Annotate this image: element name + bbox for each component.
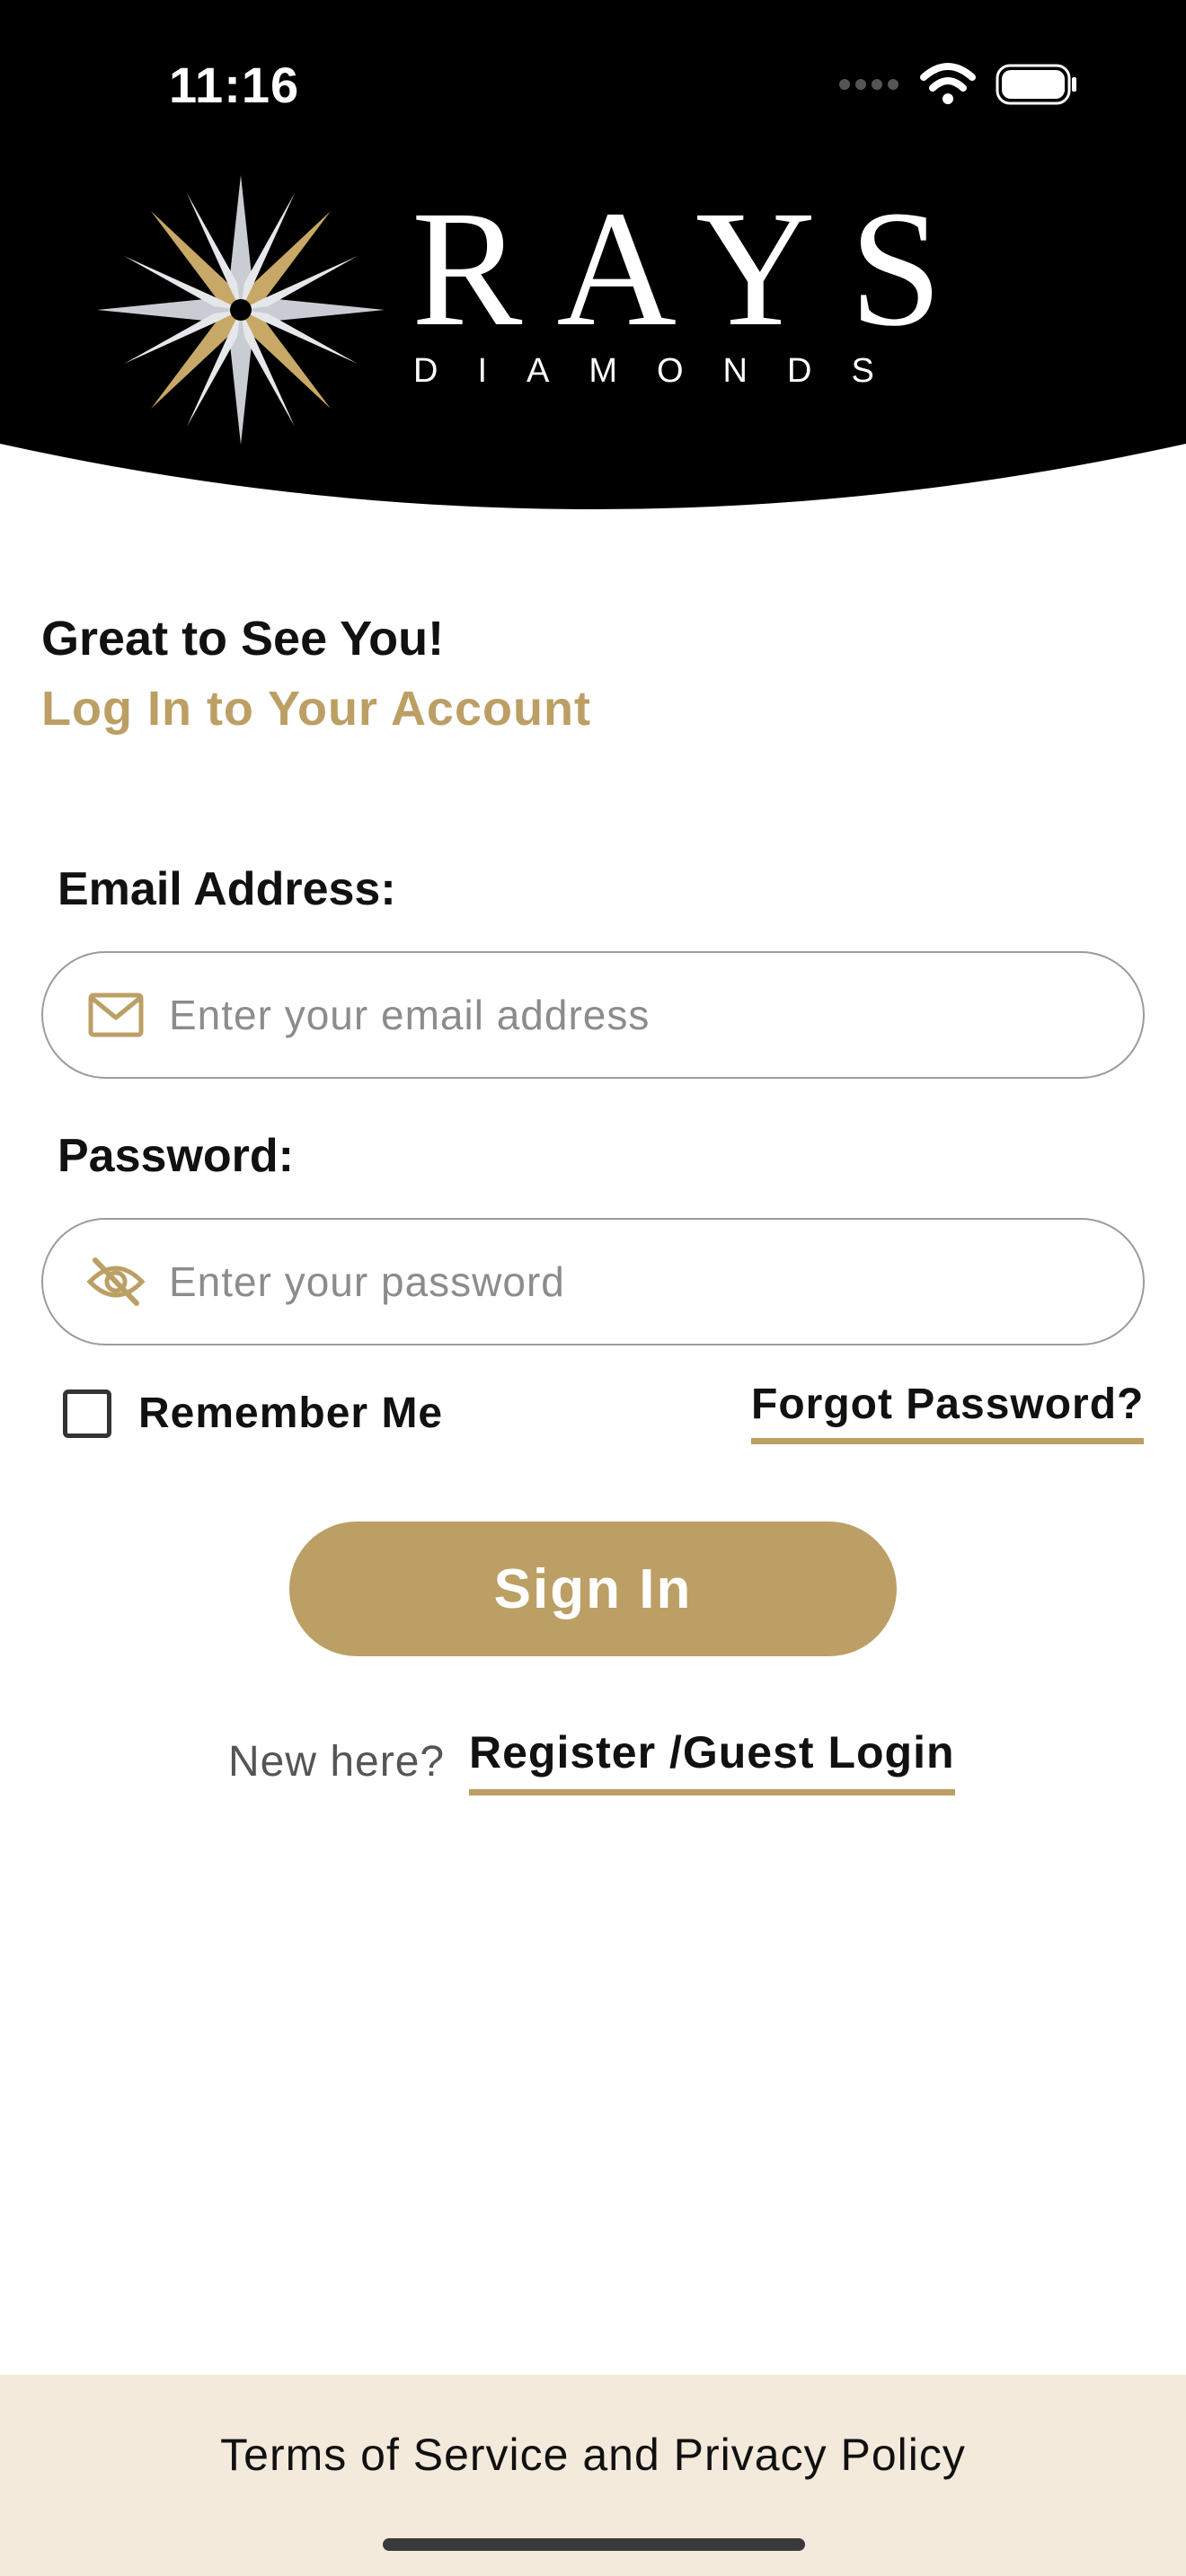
- status-icons: [837, 63, 1078, 110]
- sign-in-button[interactable]: Sign In: [289, 1522, 897, 1656]
- status-time: 11:16: [169, 57, 300, 113]
- email-field[interactable]: [41, 951, 1145, 1079]
- email-label: Email Address:: [58, 863, 396, 915]
- brand-name: RAYS: [412, 177, 977, 361]
- register-guest-link[interactable]: Register /Guest Login: [469, 1726, 955, 1795]
- home-indicator[interactable]: [383, 2538, 805, 2551]
- password-label: Password:: [58, 1130, 294, 1182]
- eye-slash-icon[interactable]: [86, 1252, 146, 1311]
- terms-privacy-link[interactable]: Terms of Service and Privacy Policy: [0, 2429, 1186, 2481]
- signal-icon: [837, 75, 900, 98]
- greeting-title: Great to See You!: [41, 612, 445, 666]
- app-header: 11:16 RAYS DIAMONDS: [0, 0, 1186, 512]
- brand-subtitle: DIAMONDS: [413, 352, 914, 390]
- password-input[interactable]: [169, 1257, 1067, 1306]
- new-here-prompt: New here?: [228, 1738, 446, 1786]
- starburst-logo-icon: [97, 175, 385, 445]
- remember-me[interactable]: Remember Me: [63, 1389, 443, 1438]
- forgot-password-link[interactable]: Forgot Password?: [751, 1380, 1145, 1444]
- greeting-subtitle: Log In to Your Account: [41, 682, 591, 736]
- remember-me-label[interactable]: Remember Me: [138, 1389, 443, 1438]
- footer: Terms of Service and Privacy Policy: [0, 2375, 1186, 2576]
- password-field[interactable]: [41, 1218, 1145, 1345]
- mail-icon: [86, 985, 146, 1045]
- remember-me-checkbox[interactable]: [63, 1389, 111, 1438]
- battery-icon: [996, 64, 1078, 110]
- wifi-icon: [920, 63, 976, 110]
- brand-logo: RAYS DIAMONDS: [97, 171, 943, 449]
- email-input[interactable]: [169, 991, 1067, 1039]
